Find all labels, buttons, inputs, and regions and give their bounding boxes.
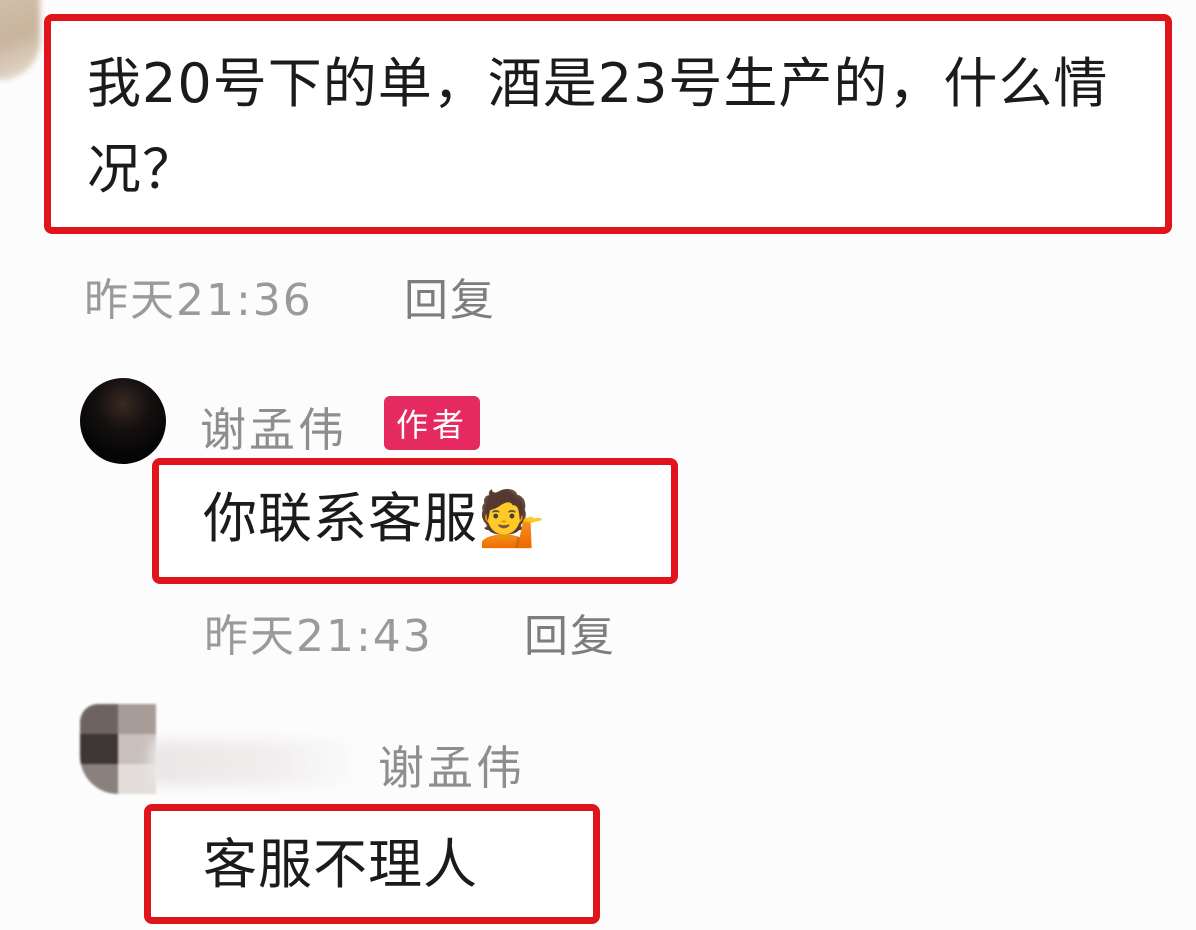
person-tipping-hand-icon: 💁 <box>478 487 547 550</box>
comment-1-text: 我20号下的单，酒是23号生产的，什么情况？ <box>87 52 1109 202</box>
comment-2-reply-button[interactable]: 回复 <box>524 600 616 664</box>
author-badge: 作者 <box>384 396 481 450</box>
reply-to-username[interactable]: 谢孟伟 <box>378 732 525 798</box>
author-username[interactable]: 谢孟伟 <box>200 394 347 460</box>
commenter-avatar-blurred[interactable] <box>80 704 156 794</box>
comment-2-time: 昨天21:43 <box>204 611 433 662</box>
comment-2-text: 你联系客服 <box>203 487 478 550</box>
comment-1-time: 昨天21:36 <box>84 275 313 326</box>
comment-1-highlight: 我20号下的单，酒是23号生产的，什么情况？ <box>44 14 1172 234</box>
comment-3-highlight: 客服不理人 <box>144 804 600 924</box>
comment-2-text-row: 你联系客服💁 <box>203 479 546 559</box>
comment-1-reply-button[interactable]: 回复 <box>404 264 496 328</box>
comment-3-text: 客服不理人 <box>203 833 478 896</box>
cropped-avatar <box>0 0 40 80</box>
comment-2-highlight: 你联系客服💁 <box>152 458 678 584</box>
author-avatar[interactable] <box>80 378 166 464</box>
commenter-name-blurred <box>150 740 360 786</box>
